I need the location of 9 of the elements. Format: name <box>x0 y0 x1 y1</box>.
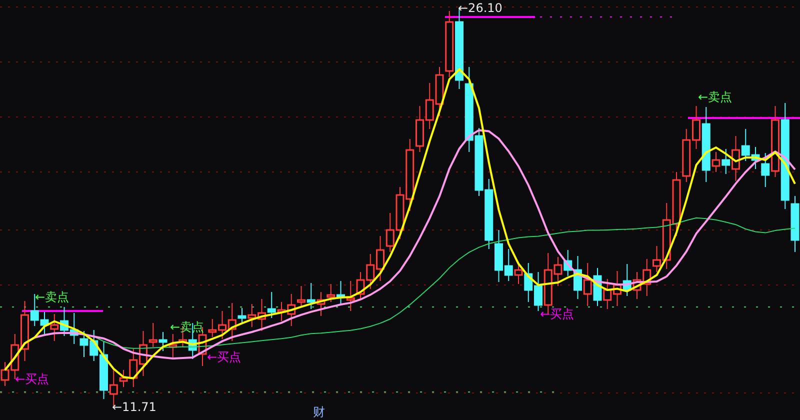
buy-signal-label: ←买点 <box>15 372 50 386</box>
sell-signal-label: ←卖点 <box>698 90 732 104</box>
price-label: ←26.10 <box>458 1 502 15</box>
sell-signal-label: ←卖点 <box>35 290 70 304</box>
footer-mark: 财 <box>313 404 325 420</box>
buy-signal-label: ←买点 <box>207 350 242 364</box>
buy-signal-label: ←买点 <box>540 307 574 321</box>
sell-signal-label: ←卖点 <box>170 320 204 334</box>
price-label: ←11.71 <box>112 400 156 414</box>
